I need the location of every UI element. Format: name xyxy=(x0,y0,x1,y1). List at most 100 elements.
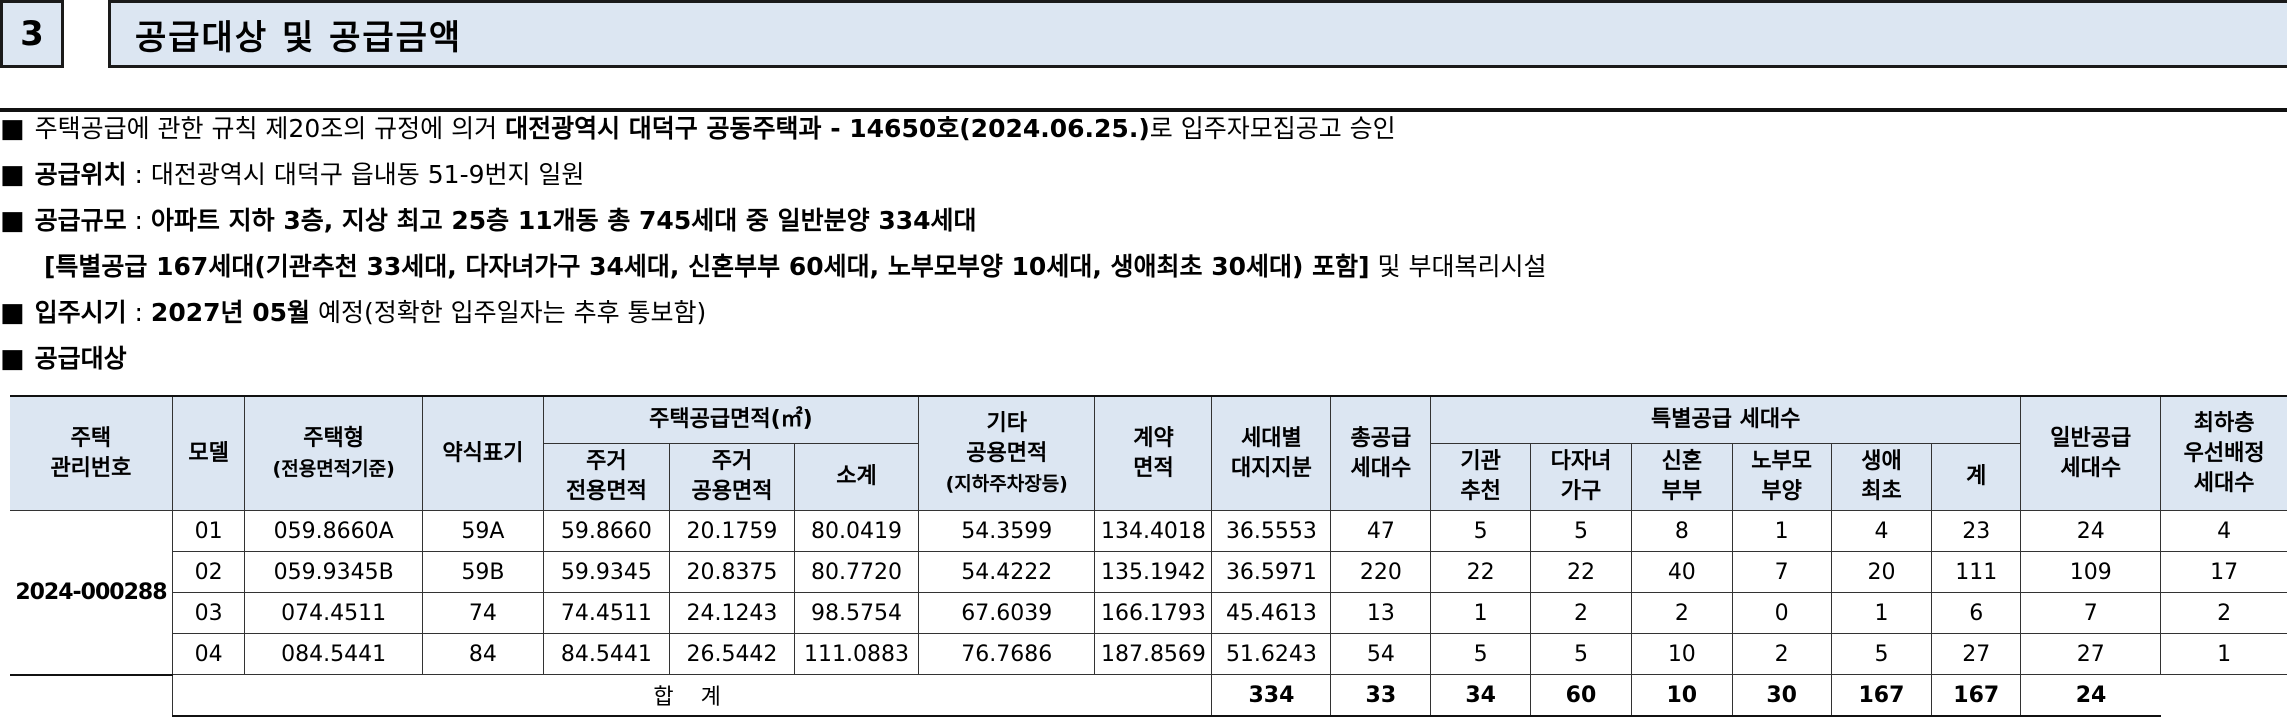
cell: 5 xyxy=(1430,510,1532,552)
total-cell: 30 xyxy=(1731,674,1832,717)
cell: 59.9345 xyxy=(542,551,670,593)
header-special-supply-group: 특별공급 세대수 xyxy=(1430,395,2022,444)
total-cell: 167 xyxy=(1830,674,1933,717)
cell: 4 xyxy=(2160,510,2287,552)
header-land-share: 세대별 대지지분 xyxy=(1211,395,1332,511)
supply-table: 주택 관리번호 모델 주택형 (전용면적기준) 약식표기 주택공급면적(㎡) 기타 공… xyxy=(10,395,2287,717)
approval-text-a: 주택공급에 관한 규칙 제20조의 규정에 의거 xyxy=(34,114,506,143)
section-number: 3 xyxy=(0,0,64,68)
approval-text-c: 로 입주자모집공고 승인 xyxy=(1149,114,1396,143)
bullet-icon: ■ xyxy=(0,206,25,236)
cell: 27 xyxy=(2020,633,2162,675)
header-supply-area-group: 주택공급면적(㎡) xyxy=(542,395,920,444)
cell: 04 xyxy=(172,633,246,675)
header-housing-no: 주택 관리번호 xyxy=(10,395,173,511)
cell: 51.6243 xyxy=(1211,633,1332,675)
table-row: 04 084.5441 84 84.5441 26.5442 111.0883 … xyxy=(10,633,2287,675)
total-cell: 167 xyxy=(1931,674,2022,717)
scale-label: 공급규모 xyxy=(34,206,127,235)
cell: 2 xyxy=(1630,592,1733,634)
scale-line: ■ 공급규모 : 아파트 지하 3층, 지상 최고 25층 11개동 총 745세… xyxy=(0,204,977,238)
cell: 1 xyxy=(1430,592,1532,634)
cell: 27 xyxy=(1931,633,2022,675)
housing-number-cell: 2024-000288 xyxy=(10,510,173,676)
scale-colon: : xyxy=(126,206,151,235)
header-other-common-area: 기타 공용면적 (지하주차장등) xyxy=(918,395,1096,511)
cell: 220 xyxy=(1330,551,1432,593)
cell: 59B xyxy=(421,551,544,593)
cell: 22 xyxy=(1530,551,1632,593)
cell: 17 xyxy=(2160,551,2287,593)
cell: 111.0883 xyxy=(793,633,920,675)
header-first-time: 생애 최초 xyxy=(1830,443,1933,511)
cell: 6 xyxy=(1931,592,2022,634)
header-multi-child: 다자녀 가구 xyxy=(1530,443,1632,511)
total-cell: 334 xyxy=(1211,674,1332,717)
cell: 36.5971 xyxy=(1211,551,1332,593)
cell: 2 xyxy=(1731,633,1832,675)
special-supply-line: [특별공급 167세대(기관추천 33세대, 다자녀가구 34세대, 신혼부부 … xyxy=(44,250,1546,284)
cell: 36.5553 xyxy=(1211,510,1332,552)
header-elderly-parent: 노부모 부양 xyxy=(1731,443,1832,511)
cell: 45.4613 xyxy=(1211,592,1332,634)
move-in-date: 2027년 05월 xyxy=(150,298,310,327)
location-line: ■ 공급위치 : 대전광역시 대덕구 읍내동 51-9번지 일원 xyxy=(0,158,584,192)
total-cell: 33 xyxy=(1330,674,1432,717)
cell: 1 xyxy=(2160,633,2287,675)
cell: 059.8660A xyxy=(244,510,423,552)
table-header-row: 주택 관리번호 모델 주택형 (전용면적기준) 약식표기 주택공급면적(㎡) 기타 공… xyxy=(10,395,2287,511)
cell: 5 xyxy=(1830,633,1933,675)
header-abbreviation: 약식표기 xyxy=(421,395,544,511)
cell: 2 xyxy=(1530,592,1632,634)
bullet-icon: ■ xyxy=(0,160,25,190)
cell: 22 xyxy=(1430,551,1532,593)
special-supply-text: [특별공급 167세대(기관추천 33세대, 다자녀가구 34세대, 신혼부부 … xyxy=(44,252,1370,281)
total-label: 합 계 xyxy=(171,674,1213,717)
cell: 24.1243 xyxy=(668,592,795,634)
table-row: 03 074.4511 74 74.4511 24.1243 98.5754 6… xyxy=(10,592,2287,634)
cell: 54.4222 xyxy=(918,551,1096,593)
cell: 67.6039 xyxy=(918,592,1096,634)
table-row: 02 059.9345B 59B 59.9345 20.8375 80.7720… xyxy=(10,551,2287,593)
cell: 13 xyxy=(1330,592,1432,634)
cell: 2 xyxy=(2160,592,2287,634)
cell: 84 xyxy=(421,633,544,675)
cell: 40 xyxy=(1630,551,1733,593)
total-cell: 10 xyxy=(1630,674,1733,717)
cell: 20 xyxy=(1830,551,1933,593)
location-label: 공급위치 xyxy=(34,160,127,189)
header-housing-type: 주택형 (전용면적기준) xyxy=(244,395,423,511)
cell: 109 xyxy=(2020,551,2162,593)
cell: 10 xyxy=(1630,633,1733,675)
cell: 7 xyxy=(1731,551,1832,593)
approval-line: ■ 주택공급에 관한 규칙 제20조의 규정에 의거 대전광역시 대덕구 공동주택… xyxy=(0,112,1396,146)
header-total-supply: 총공급 세대수 xyxy=(1330,395,1432,511)
cell: 5 xyxy=(1530,633,1632,675)
table-total-row: 합 계 334 33 34 60 10 30 167 167 24 xyxy=(10,674,2287,717)
cell: 76.7686 xyxy=(918,633,1096,675)
approval-text-b: 대전광역시 대덕구 공동주택과 - 14650호(2024.06.25.) xyxy=(505,114,1150,143)
cell: 059.9345B xyxy=(244,551,423,593)
supply-target-line: ■ 공급대상 xyxy=(0,342,127,376)
bullet-icon: ■ xyxy=(0,114,25,144)
cell: 24 xyxy=(2020,510,2162,552)
cell: 8 xyxy=(1630,510,1733,552)
cell: 59A xyxy=(421,510,544,552)
cell: 074.4511 xyxy=(244,592,423,634)
cell: 4 xyxy=(1830,510,1933,552)
bullet-icon: ■ xyxy=(0,344,25,374)
cell: 02 xyxy=(172,551,246,593)
total-cell: 24 xyxy=(2020,674,2161,717)
location-text: : 대전광역시 대덕구 읍내동 51-9번지 일원 xyxy=(126,160,585,189)
header-newlywed: 신혼 부부 xyxy=(1630,443,1733,511)
header-special-sum: 계 xyxy=(1931,443,2021,511)
header-model: 모델 xyxy=(171,395,246,511)
cell: 084.5441 xyxy=(244,633,423,675)
cell: 54 xyxy=(1330,633,1432,675)
scale-text: 아파트 지하 3층, 지상 최고 25층 11개동 총 745세대 중 일반분양… xyxy=(150,206,977,235)
cell: 20.1759 xyxy=(668,510,795,552)
cell: 135.1942 xyxy=(1094,551,1213,593)
cell: 01 xyxy=(171,510,246,552)
cell: 03 xyxy=(172,592,246,634)
cell: 5 xyxy=(1530,510,1632,552)
